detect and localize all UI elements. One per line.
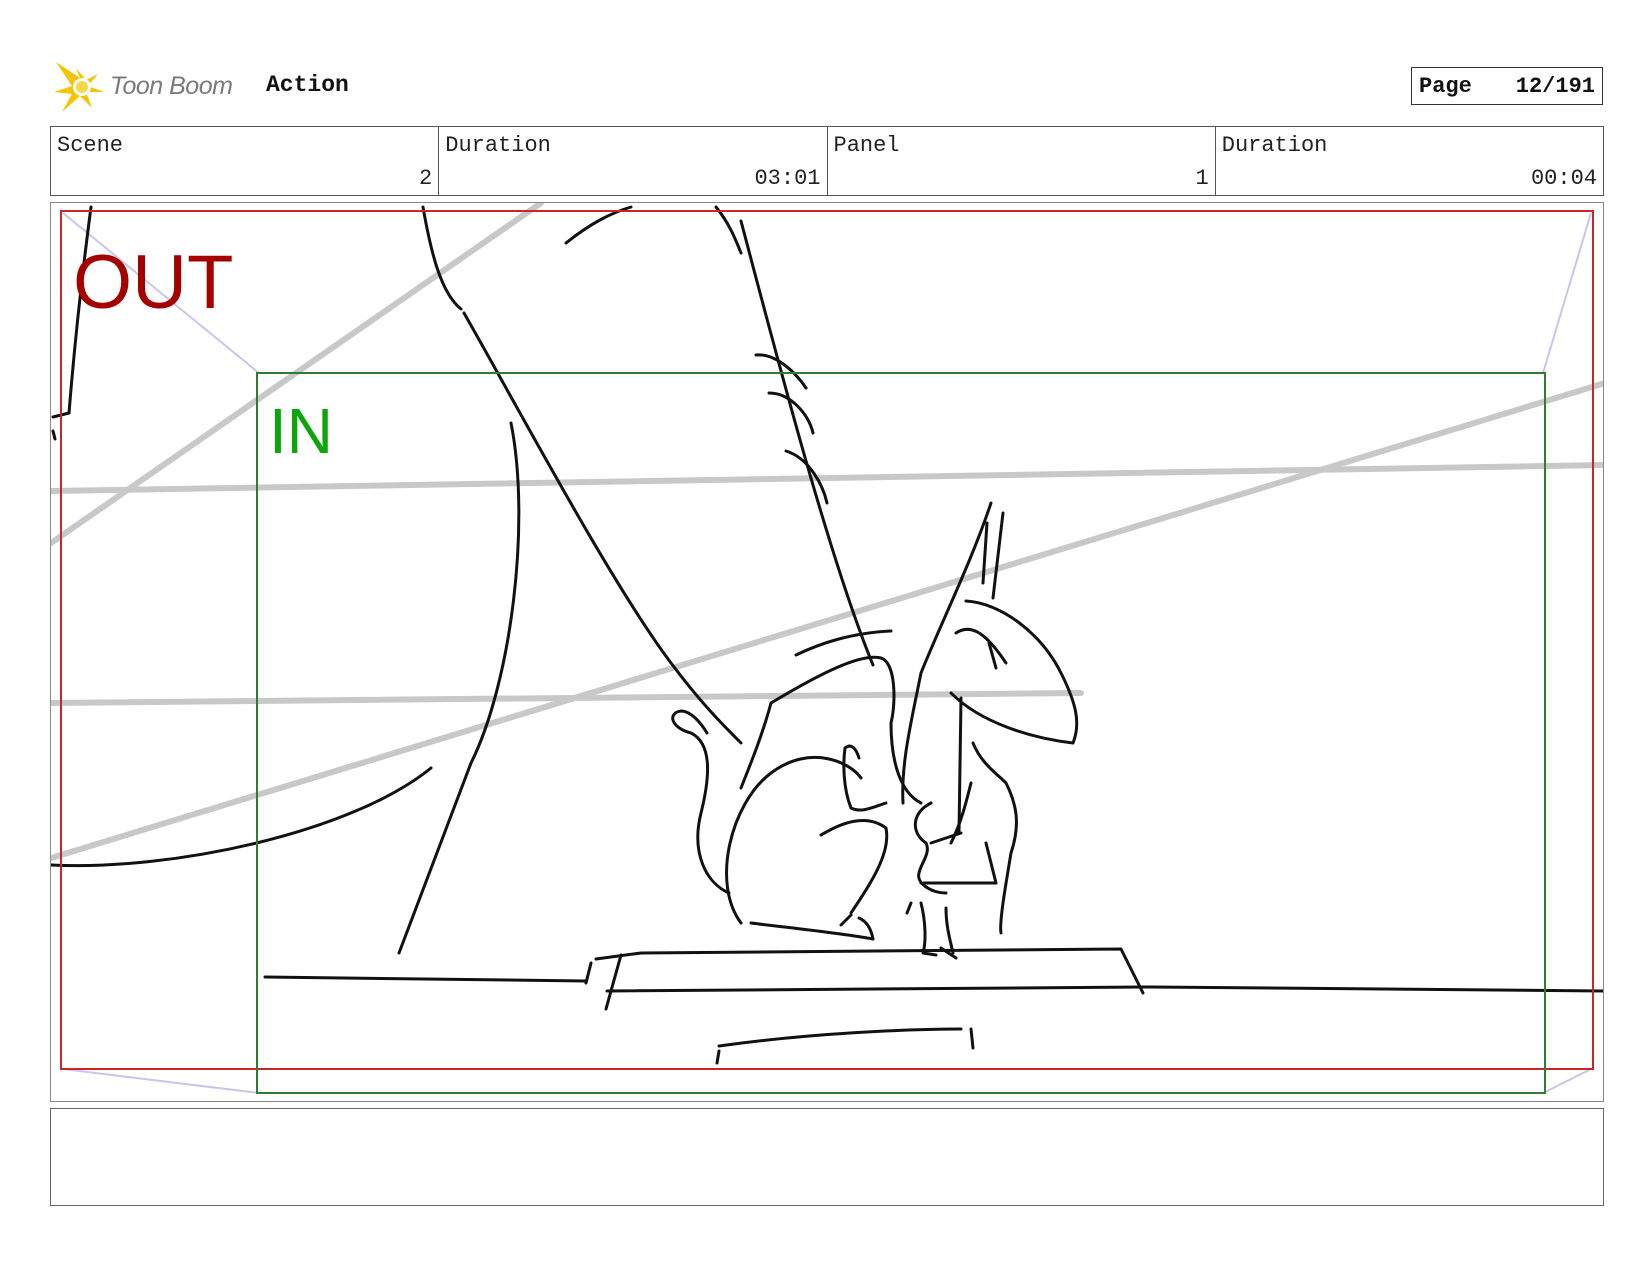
scene-duration-value: 03:01: [754, 166, 821, 191]
starburst-logo-icon: [54, 62, 104, 112]
storyboard-panel: OUT IN: [50, 202, 1604, 1102]
scene-value: 2: [419, 166, 433, 191]
panel-value: 1: [1195, 166, 1209, 191]
panel-info-table: Scene 2 Duration 03:01 Panel 1 Duration …: [50, 126, 1604, 196]
sketch-lines: [51, 205, 1603, 1065]
panel-cell: Panel 1: [828, 127, 1216, 195]
camera-move-lines: [62, 212, 1592, 1094]
in-label: IN: [269, 395, 333, 467]
panel-duration-value: 00:04: [1530, 166, 1597, 191]
page-label: Page: [1419, 73, 1472, 99]
panel-duration-label: Duration: [1221, 133, 1328, 158]
scene-label: Scene: [57, 133, 124, 158]
scene-duration-label: Duration: [445, 133, 551, 158]
brand-name: Toon Boom: [110, 71, 233, 100]
panel-label: Panel: [833, 133, 900, 158]
product-name: Action: [266, 72, 349, 98]
scene-cell: Scene 2: [51, 127, 440, 195]
toon-boom-logo: Toon Boom: [52, 58, 233, 114]
page-value: 12/191: [1515, 73, 1595, 99]
panel-notes-box: [50, 1108, 1604, 1206]
out-label: OUT: [73, 240, 233, 325]
panel-drawing: OUT IN: [51, 203, 1603, 1094]
page-indicator: Page 12/191: [1411, 67, 1603, 105]
panel-duration-cell: Duration 00:04: [1216, 127, 1603, 195]
out-frame: [60, 210, 1594, 1070]
scene-duration-cell: Duration 03:01: [439, 127, 828, 195]
